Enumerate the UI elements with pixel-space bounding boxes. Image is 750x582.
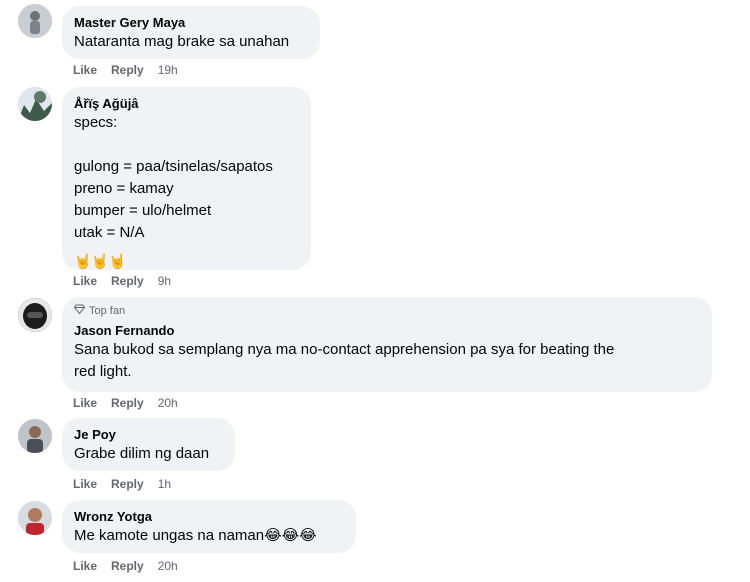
- like-button[interactable]: Like: [73, 559, 97, 573]
- comment-actions: Like Reply 20h: [73, 396, 178, 410]
- reply-button[interactable]: Reply: [111, 274, 144, 288]
- comment-bubble: Åřïş Ağüjâ specs: gulong = paa/tsinelas/…: [62, 87, 311, 270]
- comment-actions: Like Reply 1h: [73, 477, 171, 491]
- comment-author[interactable]: Je Poy: [74, 426, 223, 443]
- diamond-icon: [73, 304, 86, 318]
- comment-text: Me kamote ungas na naman😂😂😂: [74, 527, 317, 544]
- reply-button[interactable]: Reply: [111, 477, 144, 491]
- avatar[interactable]: [18, 298, 52, 332]
- comment-text: Nataranta mag brake sa unahan: [74, 33, 290, 50]
- comment-bubble: Master Gery Maya Nataranta mag brake sa …: [62, 6, 320, 59]
- comment-bubble: Top fan Jason Fernando Sana bukod sa sem…: [62, 297, 712, 392]
- person-photo-icon: [18, 419, 52, 453]
- comment-timestamp[interactable]: 19h: [158, 63, 178, 77]
- comment-text: Sana bukod sa semplang nya ma no-contact…: [74, 341, 615, 380]
- comment-bubble: Wronz Yotga Me kamote ungas na naman😂😂😂: [62, 500, 356, 553]
- comment-timestamp[interactable]: 20h: [158, 396, 178, 410]
- top-fan-badge: Top fan: [73, 304, 700, 318]
- reply-button[interactable]: Reply: [111, 63, 144, 77]
- comment-author[interactable]: Åřïş Ağüjâ: [74, 95, 299, 112]
- tree-photo-icon: [18, 87, 52, 121]
- avatar[interactable]: [18, 87, 52, 121]
- avatar[interactable]: [18, 501, 52, 535]
- comment-author[interactable]: Wronz Yotga: [74, 508, 344, 525]
- comment-timestamp[interactable]: 9h: [158, 274, 171, 288]
- avatar[interactable]: [18, 4, 52, 38]
- comment-bubble: Je Poy Grabe dilim ng daan: [62, 418, 235, 471]
- helmet-photo-icon: [18, 298, 52, 332]
- like-button[interactable]: Like: [73, 274, 97, 288]
- person-photo-icon: [18, 4, 52, 38]
- comment-timestamp[interactable]: 20h: [158, 559, 178, 573]
- reply-button[interactable]: Reply: [111, 559, 144, 573]
- comment-author[interactable]: Jason Fernando: [74, 322, 700, 339]
- comment-actions: Like Reply 19h: [73, 63, 178, 77]
- person-photo-icon: [18, 501, 52, 535]
- avatar[interactable]: [18, 419, 52, 453]
- like-button[interactable]: Like: [73, 396, 97, 410]
- comment-author[interactable]: Master Gery Maya: [74, 14, 308, 31]
- comment-text: Grabe dilim ng daan: [74, 445, 210, 462]
- like-button[interactable]: Like: [73, 477, 97, 491]
- reply-button[interactable]: Reply: [111, 396, 144, 410]
- comment-actions: Like Reply 9h: [73, 274, 171, 288]
- comment-text: specs: gulong = paa/tsinelas/sapatos pre…: [74, 114, 273, 241]
- comment-timestamp[interactable]: 1h: [158, 477, 171, 491]
- reaction-emojis: 🤘🤘🤘: [74, 253, 127, 269]
- comment-actions: Like Reply 20h: [73, 559, 178, 573]
- like-button[interactable]: Like: [73, 63, 97, 77]
